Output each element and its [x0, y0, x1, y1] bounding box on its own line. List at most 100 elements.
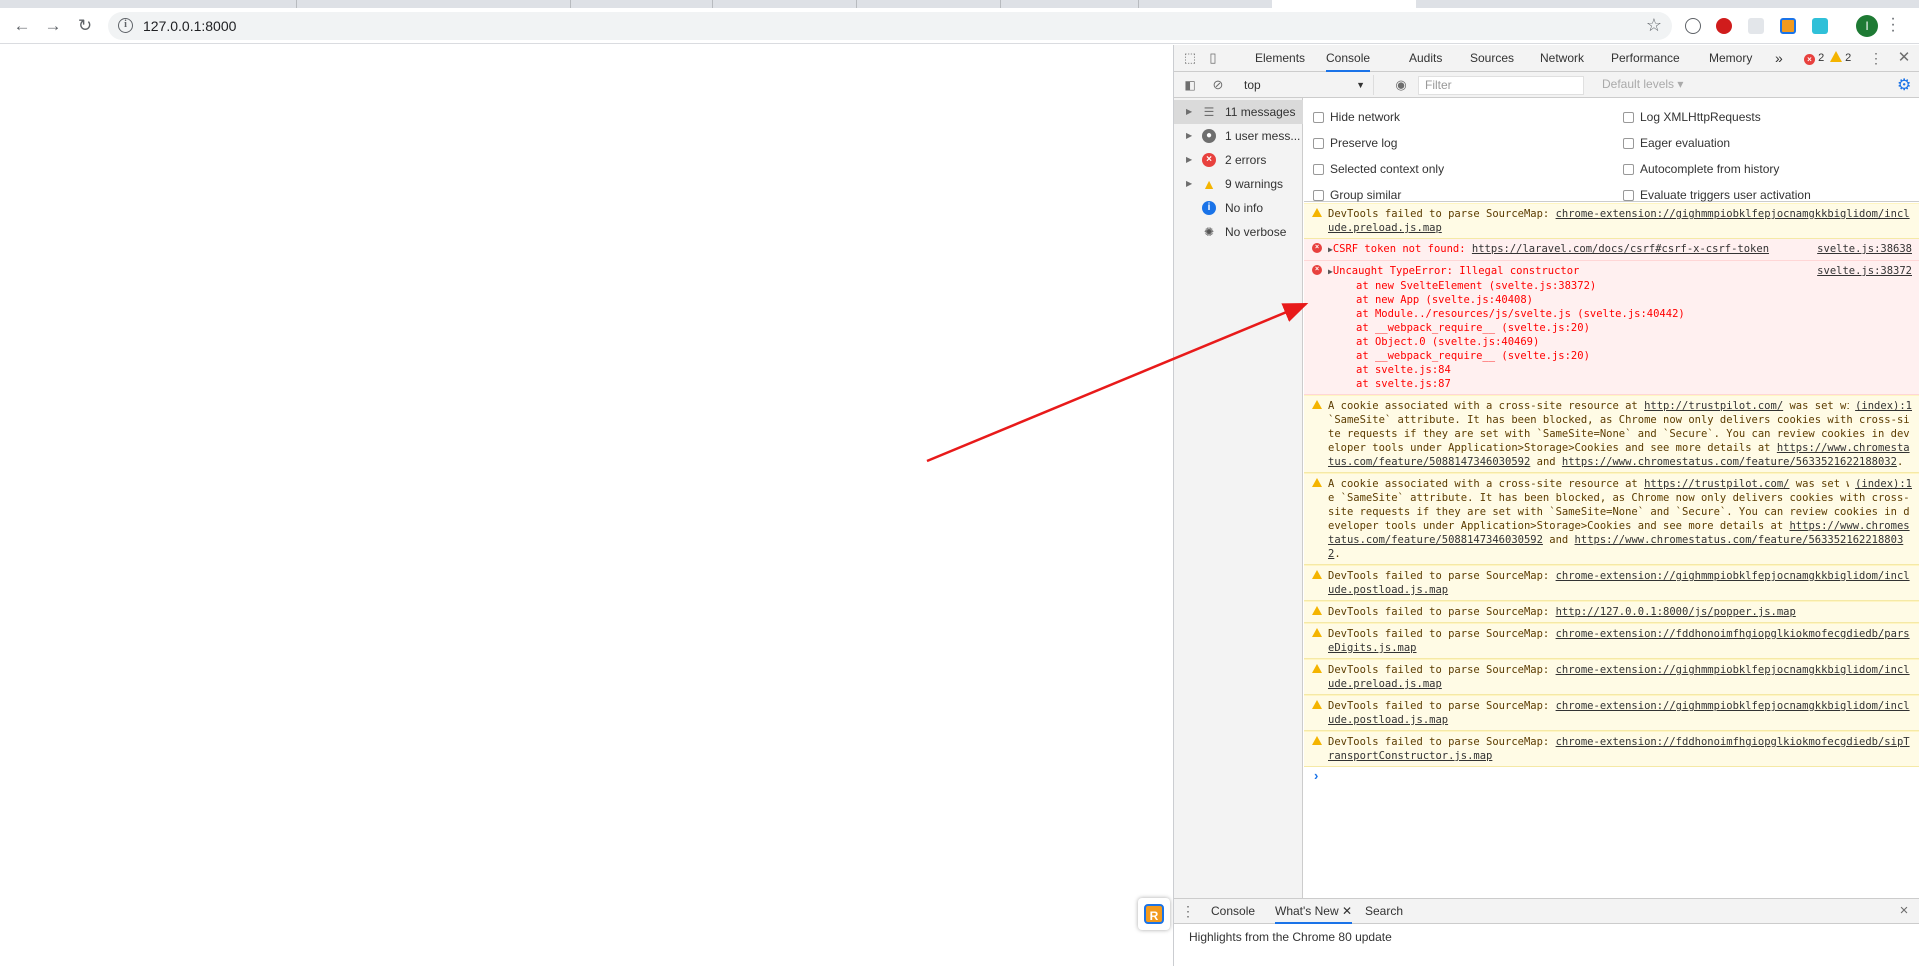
inspect-element-icon[interactable]: ⬚: [1182, 50, 1198, 66]
close-icon[interactable]: ✕: [1342, 904, 1352, 918]
stack-frame[interactable]: at svelte.js:84: [1328, 363, 1912, 377]
log-levels-dropdown[interactable]: Default levels ▾: [1602, 77, 1683, 91]
tab-console[interactable]: Console: [1326, 45, 1371, 72]
message-text: DevTools failed to parse SourceMap:: [1328, 606, 1556, 618]
tab-network[interactable]: Network: [1540, 45, 1584, 72]
browser-menu-icon[interactable]: · · ·: [1889, 11, 1897, 39]
hide-network-checkbox[interactable]: Hide network: [1313, 110, 1400, 124]
checkbox-box[interactable]: [1313, 164, 1324, 175]
error-count-badge[interactable]: × 2: [1804, 50, 1824, 66]
context-selector[interactable]: top ▼: [1244, 75, 1374, 95]
reload-icon[interactable]: ↻: [73, 14, 97, 38]
message-text: DevTools failed to parse SourceMap:: [1328, 208, 1556, 220]
live-expression-eye-icon[interactable]: ◉: [1393, 77, 1409, 93]
message-source-link[interactable]: svelte.js:38372: [1811, 264, 1912, 278]
console-message-warning: A cookie associated with a cross-site re…: [1304, 395, 1919, 473]
checkbox-box[interactable]: [1313, 190, 1324, 201]
message-source-link[interactable]: (index):1: [1849, 399, 1912, 413]
evaluate-triggers-checkbox[interactable]: Evaluate triggers user activation: [1623, 188, 1811, 202]
devtools-close-icon[interactable]: ✕: [1896, 50, 1912, 66]
console-message-warning: A cookie associated with a cross-site re…: [1304, 473, 1919, 565]
message-text: and: [1542, 534, 1575, 546]
extension-icon-3[interactable]: [1748, 18, 1764, 34]
expand-triangle-icon[interactable]: ▶: [1186, 148, 1192, 172]
console-message-warning: DevTools failed to parse SourceMap: chro…: [1304, 623, 1919, 659]
checkbox-box[interactable]: [1623, 138, 1634, 149]
message-text: DevTools failed to parse SourceMap:: [1328, 570, 1556, 582]
checkbox-box[interactable]: [1623, 190, 1634, 201]
more-tabs-icon[interactable]: »: [1775, 45, 1783, 72]
eager-evaluation-checkbox[interactable]: Eager evaluation: [1623, 136, 1730, 150]
group-similar-checkbox[interactable]: Group similar: [1313, 188, 1401, 202]
checkbox-box[interactable]: [1623, 164, 1634, 175]
stack-frame[interactable]: at __webpack_require__ (svelte.js:20): [1328, 349, 1912, 363]
console-sidebar: ▶ ☰ 11 messages ▶ ● 1 user mess... ▶ × 2…: [1174, 98, 1303, 898]
log-xhr-checkbox[interactable]: Log XMLHttpRequests: [1623, 110, 1761, 124]
info-icon: i: [1202, 201, 1216, 215]
checkbox-box[interactable]: [1623, 112, 1634, 123]
message-link[interactable]: https://trustpilot.com/: [1644, 478, 1789, 490]
stack-frame[interactable]: at svelte.js:87: [1328, 377, 1912, 391]
extension-icon-2[interactable]: [1716, 18, 1732, 34]
address-bar[interactable]: i 127.0.0.1:8000 ☆: [108, 12, 1672, 40]
extension-icon-5[interactable]: [1812, 18, 1828, 34]
url-text[interactable]: 127.0.0.1:8000: [143, 18, 236, 34]
sidebar-item-user-messages[interactable]: ▶ ● 1 user mess...: [1174, 124, 1303, 148]
console-prompt[interactable]: ›: [1304, 767, 1919, 785]
gear-icon[interactable]: ⚙: [1897, 75, 1911, 95]
sidebar-toggle-icon[interactable]: ◧: [1182, 77, 1198, 93]
message-text: DevTools failed to parse SourceMap:: [1328, 736, 1556, 748]
checkbox-box[interactable]: [1313, 138, 1324, 149]
profile-avatar[interactable]: I: [1856, 15, 1878, 37]
sidebar-item-messages[interactable]: ▶ ☰ 11 messages: [1174, 100, 1303, 124]
info-icon[interactable]: i: [118, 18, 133, 33]
tab-elements[interactable]: Elements: [1255, 45, 1305, 72]
message-source-link[interactable]: (index):1: [1849, 477, 1912, 491]
checkbox-box[interactable]: [1313, 112, 1324, 123]
message-text: CSRF token not found:: [1332, 243, 1472, 255]
stack-frame[interactable]: at Module../resources/js/svelte.js (svel…: [1328, 307, 1912, 321]
expand-triangle-icon[interactable]: ▶: [1186, 124, 1192, 148]
warning-count-badge[interactable]: 2: [1830, 50, 1851, 66]
expand-triangle-icon[interactable]: ▶: [1186, 172, 1192, 196]
filter-input[interactable]: Filter: [1418, 76, 1584, 95]
sidebar-item-verbose[interactable]: ✺ No verbose: [1174, 220, 1303, 244]
active-tab[interactable]: [1272, 0, 1416, 8]
tab-memory[interactable]: Memory: [1709, 45, 1752, 72]
drawer-close-icon[interactable]: ×: [1896, 903, 1912, 919]
bookmark-star-icon[interactable]: ☆: [1646, 15, 1662, 36]
sidebar-item-warnings[interactable]: ▶ ▲ 9 warnings: [1174, 172, 1303, 196]
stack-frame[interactable]: at __webpack_require__ (svelte.js:20): [1328, 321, 1912, 335]
extension-logo-icon: R: [1144, 904, 1164, 924]
extension-icon-4[interactable]: [1780, 18, 1796, 34]
drawer-menu-icon[interactable]: ⋮: [1180, 903, 1196, 919]
sidebar-item-info[interactable]: i No info: [1174, 196, 1303, 220]
user-icon: ●: [1202, 129, 1216, 143]
stack-frame[interactable]: at new SvelteElement (svelte.js:38372): [1328, 279, 1912, 293]
back-icon[interactable]: ←: [10, 14, 34, 38]
message-link[interactable]: http://127.0.0.1:8000/js/popper.js.map: [1556, 606, 1796, 618]
message-link[interactable]: https://laravel.com/docs/csrf#csrf-x-csr…: [1472, 243, 1769, 255]
clear-console-icon[interactable]: ⊘: [1210, 77, 1226, 93]
extension-icon-1[interactable]: [1685, 18, 1701, 34]
floating-extension-button[interactable]: R: [1138, 898, 1170, 930]
expand-triangle-icon[interactable]: ▶: [1186, 100, 1192, 124]
drawer-tab-search[interactable]: Search: [1365, 899, 1403, 924]
tab-performance[interactable]: Performance: [1611, 45, 1680, 72]
stack-frame[interactable]: at new App (svelte.js:40408): [1328, 293, 1912, 307]
drawer-tab-whats-new[interactable]: What's New ✕: [1275, 899, 1353, 924]
message-source-link[interactable]: svelte.js:38638: [1811, 242, 1912, 256]
stack-frame[interactable]: at Object.0 (svelte.js:40469): [1328, 335, 1912, 349]
tab-audits[interactable]: Audits: [1409, 45, 1442, 72]
selected-context-checkbox[interactable]: Selected context only: [1313, 162, 1444, 176]
message-link[interactable]: https://www.chromestatus.com/feature/563…: [1562, 456, 1897, 468]
preserve-log-checkbox[interactable]: Preserve log: [1313, 136, 1397, 150]
autocomplete-history-checkbox[interactable]: Autocomplete from history: [1623, 162, 1779, 176]
message-link[interactable]: http://trustpilot.com/: [1644, 400, 1783, 412]
devtools-menu-icon[interactable]: ⋮: [1868, 50, 1884, 66]
sidebar-item-errors[interactable]: ▶ × 2 errors: [1174, 148, 1303, 172]
tab-sources[interactable]: Sources: [1470, 45, 1514, 72]
forward-icon[interactable]: →: [41, 14, 65, 38]
device-toolbar-icon[interactable]: ▯: [1205, 50, 1221, 66]
drawer-tab-console[interactable]: Console: [1211, 899, 1255, 924]
